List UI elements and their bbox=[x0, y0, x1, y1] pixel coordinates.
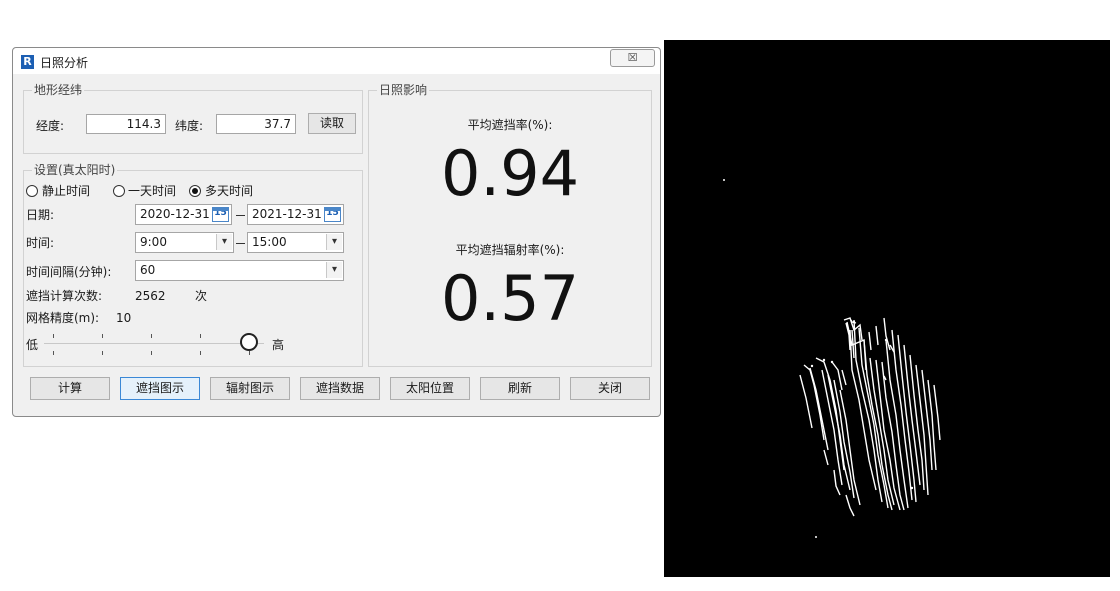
3d-viewport[interactable] bbox=[664, 40, 1110, 577]
avg-radiation-value: 0.57 bbox=[440, 262, 580, 335]
slider-high-label: 高 bbox=[272, 338, 285, 352]
window-title: 日照分析 bbox=[40, 56, 89, 70]
read-button[interactable]: 读取 bbox=[308, 113, 356, 134]
date-from-value: 2020-12-31 bbox=[140, 207, 210, 221]
count-label: 遮挡计算次数: bbox=[26, 289, 103, 303]
slider-tick bbox=[151, 351, 152, 355]
interval-label: 时间间隔(分钟): bbox=[26, 265, 112, 279]
time-range-dash bbox=[236, 243, 245, 244]
slider-tick bbox=[151, 334, 152, 338]
interval-value: 60 bbox=[140, 263, 156, 277]
settings-group: 设置(真太阳时) 静止时间 一天时间 多天时间 日期: 2020-12-31 1… bbox=[23, 163, 363, 367]
calendar-icon[interactable]: 15 bbox=[324, 207, 341, 222]
count-value: 2562 bbox=[135, 289, 166, 303]
impact-group-title: 日照影响 bbox=[377, 83, 430, 97]
grid-precision-value: 10 bbox=[116, 311, 132, 325]
close-window-button[interactable]: ☒ bbox=[610, 49, 655, 67]
latitude-input[interactable]: 37.7 bbox=[216, 114, 296, 134]
avg-radiation-label: 平均遮挡辐射率(%): bbox=[455, 243, 565, 257]
settings-group-title: 设置(真太阳时) bbox=[32, 163, 118, 177]
mode-static-radio[interactable] bbox=[26, 185, 38, 197]
slider-tick bbox=[200, 334, 201, 338]
close-icon: ☒ bbox=[627, 51, 638, 64]
precision-slider[interactable] bbox=[44, 331, 264, 359]
slider-track bbox=[44, 343, 264, 344]
sunlight-analysis-dialog: R 日照分析 ☒ 地形经纬 经度: 114.3 纬度: 37.7 读取 设置(真… bbox=[12, 47, 661, 417]
time-from-select[interactable]: 9:00 ▾ bbox=[135, 232, 234, 253]
date-from-picker[interactable]: 2020-12-31 15 bbox=[135, 204, 232, 225]
avg-shading-value: 0.94 bbox=[440, 137, 580, 210]
revit-app-icon: R bbox=[21, 55, 34, 69]
slider-tick bbox=[249, 351, 250, 355]
longitude-input[interactable]: 114.3 bbox=[86, 114, 166, 134]
chevron-down-icon[interactable]: ▾ bbox=[216, 234, 232, 250]
slider-tick bbox=[102, 334, 103, 338]
shading-data-button[interactable]: 遮挡数据 bbox=[300, 377, 380, 400]
terrain-group-title: 地形经纬 bbox=[32, 83, 85, 97]
longitude-label: 经度: bbox=[36, 119, 65, 133]
date-range-dash bbox=[236, 215, 245, 216]
slider-tick bbox=[102, 351, 103, 355]
sunlight-impact-group: 日照影响 平均遮挡率(%): 0.94 平均遮挡辐射率(%): 0.57 bbox=[368, 83, 652, 367]
title-bar: R 日照分析 ☒ bbox=[13, 48, 660, 74]
date-to-picker[interactable]: 2021-12-31 15 bbox=[247, 204, 344, 225]
grid-precision-label: 网格精度(m): bbox=[26, 311, 100, 325]
slider-thumb[interactable] bbox=[240, 333, 258, 351]
calendar-icon[interactable]: 15 bbox=[212, 207, 229, 222]
mode-oneday-radio[interactable] bbox=[113, 185, 125, 197]
date-label: 日期: bbox=[26, 208, 55, 222]
avg-shading-label: 平均遮挡率(%): bbox=[467, 118, 553, 132]
time-to-select[interactable]: 15:00 ▾ bbox=[247, 232, 344, 253]
slider-tick bbox=[53, 334, 54, 338]
time-to-value: 15:00 bbox=[252, 235, 287, 249]
calculate-button[interactable]: 计算 bbox=[30, 377, 110, 400]
slider-tick bbox=[200, 351, 201, 355]
terrain-group: 地形经纬 经度: 114.3 纬度: 37.7 读取 bbox=[23, 83, 363, 154]
time-from-value: 9:00 bbox=[140, 235, 167, 249]
mode-multiday-label: 多天时间 bbox=[205, 184, 254, 198]
chevron-down-icon[interactable]: ▾ bbox=[326, 234, 342, 250]
radiation-map-button[interactable]: 辐射图示 bbox=[210, 377, 290, 400]
chevron-down-icon[interactable]: ▾ bbox=[326, 262, 342, 278]
shading-map-button[interactable]: 遮挡图示 bbox=[120, 377, 200, 400]
slider-tick bbox=[53, 351, 54, 355]
terrain-shading-render bbox=[723, 179, 941, 538]
latitude-label: 纬度: bbox=[175, 119, 204, 133]
mode-oneday-label: 一天时间 bbox=[128, 184, 177, 198]
time-label: 时间: bbox=[26, 236, 55, 250]
refresh-button[interactable]: 刷新 bbox=[480, 377, 560, 400]
date-to-value: 2021-12-31 bbox=[252, 207, 322, 221]
mode-multiday-radio[interactable] bbox=[189, 185, 201, 197]
slider-low-label: 低 bbox=[26, 338, 39, 352]
interval-select[interactable]: 60 ▾ bbox=[135, 260, 344, 281]
sun-position-button[interactable]: 太阳位置 bbox=[390, 377, 470, 400]
close-button[interactable]: 关闭 bbox=[570, 377, 650, 400]
count-unit: 次 bbox=[195, 289, 208, 303]
mode-static-label: 静止时间 bbox=[42, 184, 91, 198]
